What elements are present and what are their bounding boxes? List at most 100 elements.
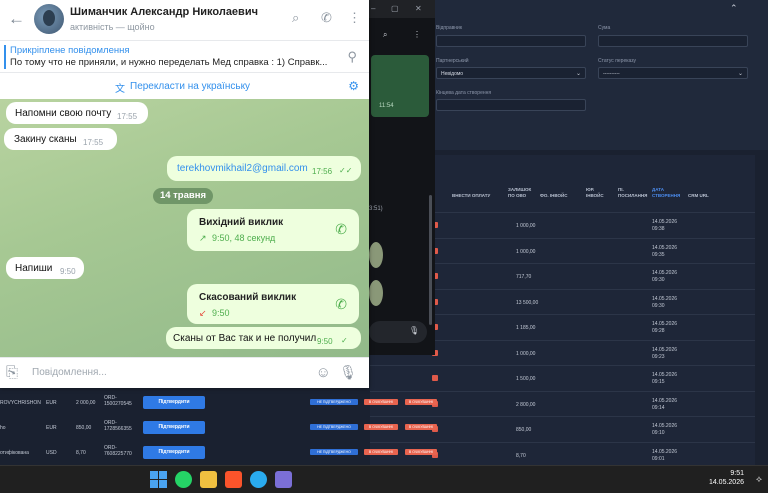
back-arrow-icon[interactable]: ← <box>8 9 25 29</box>
created-date: 14.05.2026 <box>652 219 678 225</box>
message-time: 11:54 <box>379 103 394 109</box>
more-vert-icon[interactable]: ⋮ <box>413 30 421 39</box>
transfer-status-select[interactable]: ---------- ⌄ <box>598 67 748 79</box>
settings-sliders-icon[interactable]: ⚙ <box>348 79 359 93</box>
balance-value: 1 000,00 <box>516 350 536 357</box>
client-name: ROVYCHRISHON <box>0 400 41 406</box>
created-time: 09:30 <box>652 277 665 283</box>
call-message[interactable]: Скасований виклик ↙ 9:50 ✆ <box>187 284 359 324</box>
brave-browser-icon[interactable] <box>225 471 242 488</box>
translate-bar[interactable]: 文 Перекласти на українську ⚙ <box>0 72 369 100</box>
message-time: 9:50 <box>60 267 76 276</box>
status-badge: НЕ ПІДТВЕРДЖЕНО <box>310 449 358 455</box>
pinned-message[interactable]: Прикріплене повідомлення По тому что не … <box>0 40 369 73</box>
phone-icon[interactable]: ✆ <box>335 221 347 238</box>
end-date-input[interactable] <box>436 99 586 111</box>
mic-icon[interactable]: 🎙 <box>409 326 419 335</box>
system-clock[interactable]: 9:51 14.05.2026 <box>709 469 744 487</box>
status-badge: НЕ ПІДТВЕРДЖЕНО <box>310 424 358 430</box>
chat-area: Напомни свою почту 17:55 Закину сканы 17… <box>0 99 369 357</box>
search-icon[interactable]: ⌕ <box>383 30 387 40</box>
whatsapp-icon[interactable] <box>175 471 192 488</box>
confirm-button[interactable]: Підтвердити <box>143 421 205 434</box>
created-date: 14.05.2026 <box>652 295 678 302</box>
email-link[interactable]: terekhovmikhail2@gmail.com <box>177 163 308 174</box>
status-badge: В ОЧІКУВАННІ <box>364 399 398 405</box>
search-icon[interactable]: ⌕ <box>292 10 299 26</box>
amount: 850,00 <box>76 425 92 431</box>
message-text: Закину сканы <box>14 134 77 145</box>
windows-start-icon[interactable] <box>150 471 167 488</box>
mic-icon[interactable]: 🎙 <box>339 364 357 381</box>
phone-icon[interactable]: ✆ <box>321 10 332 26</box>
message-bubble[interactable]: terekhovmikhail2@gmail.com 17:56 ✓✓ <box>167 156 361 181</box>
contact-name[interactable]: Шиманчик Александр Николаевич <box>70 6 258 18</box>
call-title: Вихідний виклик <box>199 217 284 228</box>
check-icon: ✓ <box>341 336 348 345</box>
status-badge <box>432 375 438 381</box>
message-input[interactable]: Повідомлення... <box>32 367 107 378</box>
table-row[interactable]: отифікована USD 8,70 ORD-7608225770 Підтверд… <box>0 440 768 465</box>
paperclip-icon[interactable]: ⎘ <box>6 364 18 381</box>
translate-label[interactable]: Перекласти на українську <box>130 81 250 92</box>
message-time: 17:55 <box>117 112 138 121</box>
message-bubble[interactable]: Напомни свою почту 17:55 <box>6 102 148 124</box>
sender-input[interactable] <box>436 35 586 47</box>
partner-label: Партнерський <box>436 58 469 64</box>
order-id: ORD-1500270545 <box>104 395 132 407</box>
table-row[interactable]: ROVYCHRISHON EUR 2 000,00 ORD-1500270545 Під… <box>0 390 768 415</box>
confirm-button[interactable]: Підтвердити <box>143 446 205 459</box>
col-fo-invoice: ФО. ІНВОЙС <box>540 193 568 198</box>
status-badge: НЕ ПІДТВЕРДЖЕНО <box>310 399 358 405</box>
confirm-button[interactable]: Підтвердити <box>143 396 205 409</box>
maximize-icon[interactable]: ▢ <box>391 4 399 13</box>
minimize-icon[interactable]: – <box>371 4 375 13</box>
created-time: 09:35 <box>652 251 665 258</box>
chat-header: ← Шиманчик Александр Николаевич активніс… <box>0 0 369 40</box>
collapse-chevron-icon[interactable]: ⌃ <box>730 3 738 14</box>
partner-select[interactable]: Невідомо ⌄ <box>436 67 586 79</box>
message-bubble[interactable]: Напиши 9:50 <box>6 257 84 279</box>
pinned-title: Прикріплене повідомлення <box>10 45 130 56</box>
emoji-icon[interactable]: ☺ <box>316 364 331 381</box>
message-bubble[interactable]: Закину сканы 17:55 <box>4 128 117 150</box>
taskbar: 9:51 14.05.2026 ⟡ <box>0 465 768 493</box>
transfer-status-label: Статус переказу <box>598 58 637 64</box>
created-time: 09:30 <box>652 302 665 309</box>
partner-value: Невідомо <box>441 71 464 77</box>
teams-icon[interactable] <box>275 471 292 488</box>
call-message[interactable]: Вихідний виклик ↗ 9:50, 48 секунд ✆ <box>187 209 359 251</box>
pin-list-icon[interactable]: ⚲ <box>347 49 357 65</box>
scrollbar[interactable] <box>429 195 432 325</box>
status-badge: В ОЧІКУВАННІ <box>364 449 398 455</box>
currency: USD <box>46 450 57 456</box>
col-created-date[interactable]: ДАТА СТВОРЕННЯ <box>652 187 680 199</box>
notifications-icon[interactable]: ⟡ <box>756 474 762 485</box>
avatar[interactable] <box>369 280 383 306</box>
avatar[interactable] <box>369 242 383 268</box>
created-date: 14.05.2026 <box>652 346 678 353</box>
call-details: 9:50 <box>212 308 230 318</box>
balance-value: 1 000,00 <box>516 223 536 229</box>
telegram-icon[interactable] <box>250 471 267 488</box>
file-explorer-icon[interactable] <box>200 471 217 488</box>
order-id: ORD-1728566355 <box>104 420 132 432</box>
balance-value: 1 185,00 <box>516 325 536 331</box>
col-crm-url: CRM URL <box>688 193 709 198</box>
message-time: 17:56 <box>312 167 333 176</box>
call-title: Скасований виклик <box>199 292 297 303</box>
message-text: Сканы от Вас так и не получил <box>173 333 317 344</box>
table-row[interactable]: ho EUR 850,00 ORD-1728566355 Підтвердити НЕ П… <box>0 415 768 440</box>
created-date: 14.05.2026 <box>652 372 678 378</box>
call-details: 9:50, 48 секунд <box>212 233 276 243</box>
avatar[interactable] <box>34 4 64 34</box>
created-date: 14.05.2026 <box>652 244 678 251</box>
col-ur-invoice: ЮР. ІНВОЙС <box>586 187 604 198</box>
amount-input[interactable] <box>598 35 748 47</box>
more-vert-icon[interactable]: ⋮ <box>348 10 361 26</box>
phone-icon[interactable]: ✆ <box>335 296 347 313</box>
clock-date: 14.05.2026 <box>708 479 744 486</box>
window-titlebar: – ▢ ✕ <box>367 0 435 18</box>
message-bubble[interactable]: Сканы от Вас так и не получил 9:50 ✓ <box>166 327 361 349</box>
close-icon[interactable]: ✕ <box>415 4 422 13</box>
